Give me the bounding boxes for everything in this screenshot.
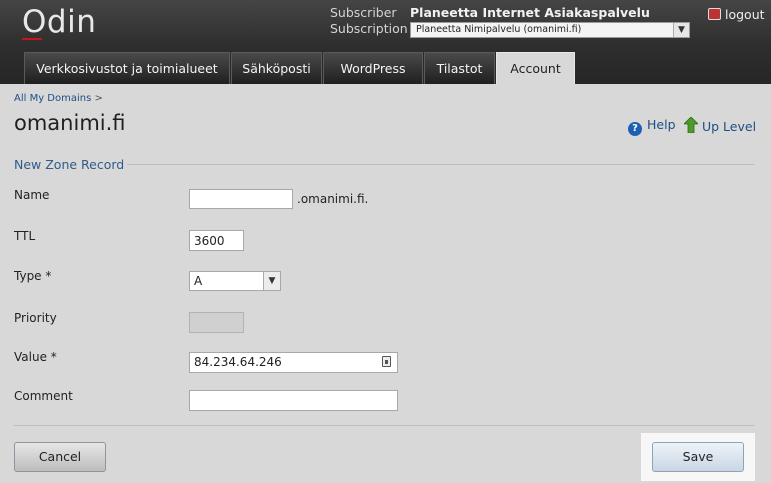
subscriber-value: Planeetta Internet Asiakaspalvelu <box>410 5 650 20</box>
page-title: omanimi.fi <box>14 111 126 135</box>
priority-input <box>189 312 244 333</box>
section-divider <box>127 164 754 165</box>
comment-label: Comment <box>14 389 73 403</box>
type-label: Type * <box>14 269 52 283</box>
logout-label: logout <box>725 7 765 22</box>
name-suffix: .omanimi.fi. <box>297 192 369 206</box>
up-level-link[interactable]: Up Level <box>684 117 756 134</box>
up-arrow-icon <box>684 117 698 133</box>
breadcrumb: All My Domains > <box>14 93 103 104</box>
subscription-select-value: Planeetta Nimipalvelu (omanimi.fi) <box>416 24 582 35</box>
logout-link[interactable]: logout <box>708 7 765 22</box>
comment-input[interactable] <box>189 390 398 411</box>
value-input-text: 84.234.64.246 <box>194 355 282 369</box>
form-bottom-divider <box>14 425 754 426</box>
tab-statistics[interactable]: Tilastot <box>424 52 495 84</box>
odin-logo: Odin <box>22 4 97 40</box>
save-button[interactable]: Save <box>652 442 744 472</box>
logo-accent <box>22 38 42 40</box>
tab-wordpress[interactable]: WordPress <box>323 52 423 84</box>
top-header: Odin Subscriber Planeetta Internet Asiak… <box>0 0 771 84</box>
value-label: Value * <box>14 350 57 364</box>
name-input[interactable] <box>189 189 293 209</box>
subscription-label: Subscription <box>330 21 408 36</box>
keyboard-icon[interactable] <box>382 356 391 367</box>
logout-icon <box>708 8 721 20</box>
help-icon: ? <box>628 122 642 136</box>
help-link[interactable]: ? Help <box>628 117 676 136</box>
tab-account[interactable]: Account <box>496 52 575 84</box>
tab-websites-domains[interactable]: Verkkosivustot ja toimialueet <box>24 52 230 84</box>
breadcrumb-separator: > <box>94 93 103 104</box>
subscriber-label: Subscriber <box>330 5 397 20</box>
up-level-label: Up Level <box>702 119 757 134</box>
type-select-value: A <box>194 274 203 288</box>
subscription-select[interactable]: Planeetta Nimipalvelu (omanimi.fi) ▼ <box>410 22 690 38</box>
cancel-button[interactable]: Cancel <box>14 442 106 472</box>
tab-email[interactable]: Sähköposti <box>231 52 322 84</box>
ttl-input[interactable] <box>189 230 244 251</box>
value-input[interactable]: 84.234.64.246 <box>189 352 398 373</box>
help-label: Help <box>647 117 676 132</box>
breadcrumb-all-domains[interactable]: All My Domains <box>14 93 91 104</box>
section-title: New Zone Record <box>14 157 125 172</box>
chevron-down-icon: ▼ <box>263 272 280 290</box>
priority-label: Priority <box>14 311 57 325</box>
type-select[interactable]: A ▼ <box>189 271 281 291</box>
name-label: Name <box>14 188 50 202</box>
chevron-down-icon: ▼ <box>673 23 689 37</box>
ttl-label: TTL <box>14 229 36 243</box>
